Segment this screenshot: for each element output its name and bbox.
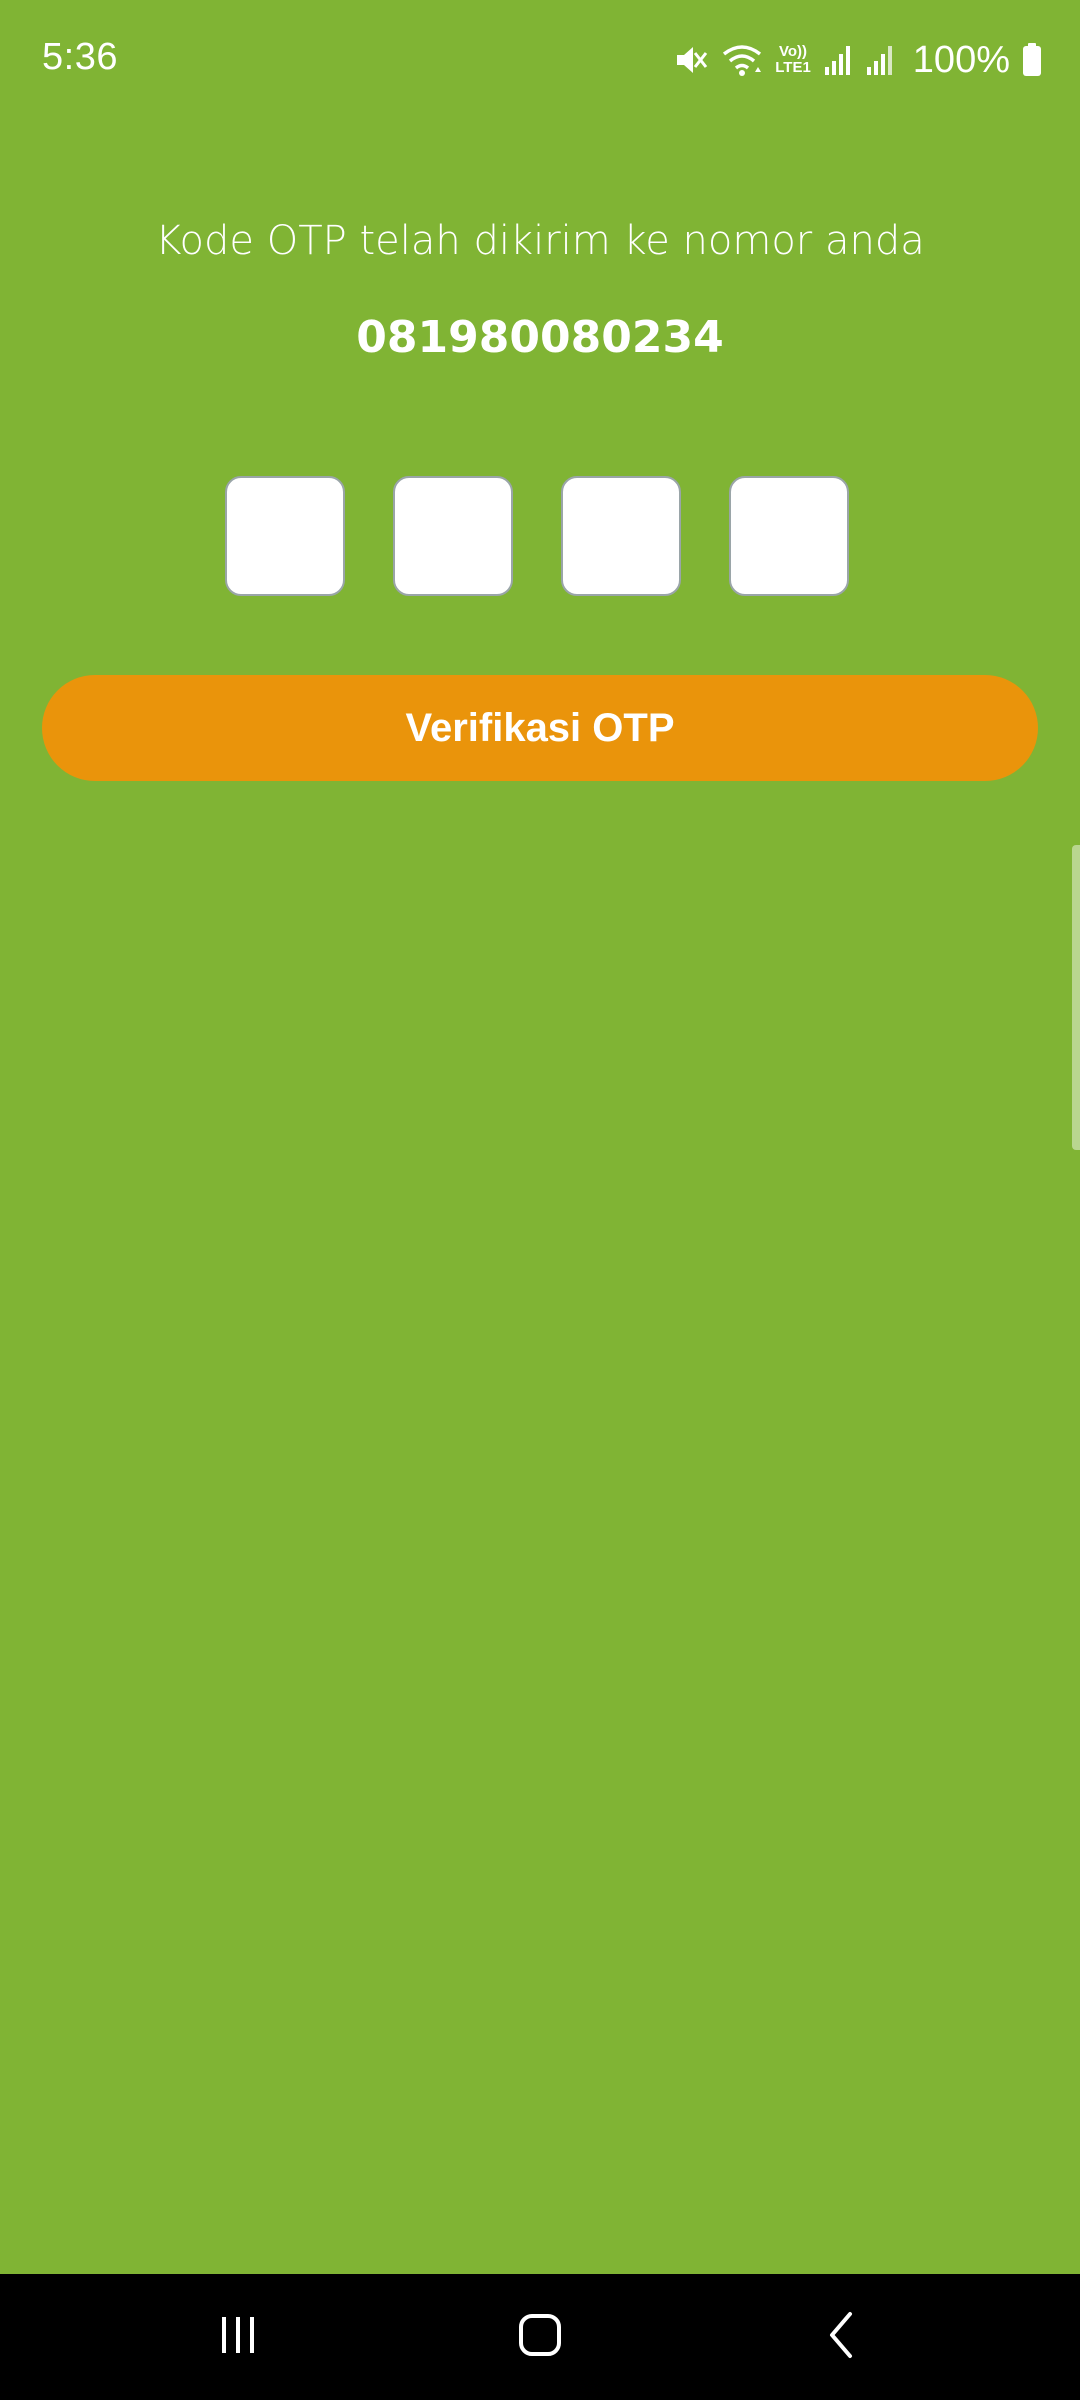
status-bar: 5:36 Vo)) LTE1 100%	[0, 0, 1080, 120]
battery-icon	[1022, 43, 1042, 77]
volte-label-top: Vo))	[778, 43, 808, 60]
otp-sent-message: Kode OTP telah dikirim ke nomor anda	[155, 218, 925, 264]
otp-digit-2[interactable]	[393, 476, 513, 596]
otp-digit-1[interactable]	[225, 476, 345, 596]
mute-icon	[673, 42, 709, 78]
navigation-bar	[0, 2274, 1080, 2400]
recents-icon	[216, 2313, 260, 2362]
otp-digit-3[interactable]	[561, 476, 681, 596]
recents-button[interactable]	[138, 2274, 338, 2400]
volte-label-bottom: LTE1	[775, 59, 811, 76]
status-time: 5:36	[42, 36, 118, 78]
signal-icon	[865, 43, 895, 77]
otp-input-group	[225, 476, 855, 600]
signal-icon	[823, 43, 853, 77]
phone-number: 081980080234	[356, 312, 724, 363]
otp-digit-4[interactable]	[729, 476, 849, 596]
verify-otp-button[interactable]: Verifikasi OTP	[42, 675, 1038, 781]
status-icons: Vo)) LTE1 100%	[673, 30, 1042, 90]
back-button[interactable]	[742, 2274, 942, 2400]
home-icon	[516, 2311, 564, 2364]
battery-percent: 100%	[912, 38, 1010, 81]
scroll-indicator[interactable]	[1072, 845, 1080, 1150]
volte-icon: Vo)) LTE1	[775, 44, 811, 76]
home-button[interactable]	[440, 2274, 640, 2400]
wifi-icon	[721, 42, 763, 78]
otp-screen: 5:36 Vo)) LTE1 100% Kode OTP telah dikir…	[0, 0, 1080, 2274]
back-icon	[820, 2310, 864, 2365]
